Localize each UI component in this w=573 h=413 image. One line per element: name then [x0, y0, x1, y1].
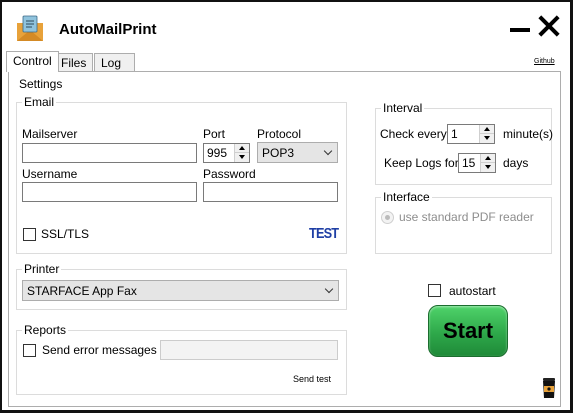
keep-logs-stepper[interactable]: 15: [458, 153, 496, 173]
settings-label: Settings: [19, 77, 63, 91]
port-up-arrow-icon[interactable]: [235, 144, 249, 153]
ssl-checkbox[interactable]: [23, 228, 36, 241]
username-label: Username: [22, 167, 78, 181]
username-input[interactable]: [22, 182, 197, 202]
port-stepper[interactable]: 995: [203, 143, 250, 163]
minimize-button[interactable]: [510, 28, 530, 32]
pdf-reader-label: use standard PDF reader: [399, 210, 534, 224]
printer-value: STARFACE App Fax: [27, 284, 137, 298]
error-email-input[interactable]: [160, 340, 338, 360]
port-label: Port: [203, 127, 226, 141]
send-errors-checkbox[interactable]: [23, 344, 36, 357]
coffee-cup-icon[interactable]: [542, 378, 556, 398]
keep-logs-down-arrow-icon[interactable]: [481, 163, 495, 172]
autostart-label: autostart: [449, 284, 496, 298]
keep-logs-label: Keep Logs for: [384, 156, 459, 170]
email-legend: Email: [24, 95, 55, 109]
check-every-up-arrow-icon[interactable]: [480, 125, 494, 134]
github-link[interactable]: Github: [534, 58, 555, 65]
keep-logs-value: 15: [462, 156, 476, 170]
chevron-down-icon: [324, 284, 334, 294]
protocol-value: POP3: [262, 146, 295, 160]
send-test-button[interactable]: Send test: [293, 374, 331, 384]
check-every-stepper[interactable]: 1: [447, 124, 495, 144]
app-title: AutoMailPrint: [59, 21, 157, 38]
port-value: 995: [207, 146, 228, 160]
pdf-reader-radio[interactable]: [381, 211, 394, 224]
keep-logs-up-arrow-icon[interactable]: [481, 154, 495, 163]
protocol-select[interactable]: POP3: [257, 142, 338, 163]
printer-legend: Printer: [24, 262, 60, 276]
check-every-label: Check every: [380, 127, 447, 141]
ssl-label: SSL/TLS: [41, 227, 90, 241]
protocol-label: Protocol: [257, 127, 302, 141]
send-errors-label: Send error messages to: [42, 343, 171, 357]
test-button[interactable]: TEST: [309, 225, 339, 242]
control-panel: Settings Email Mailserver Port 995 Proto…: [8, 71, 561, 407]
tab-files[interactable]: Files: [54, 53, 94, 72]
interval-legend: Interval: [383, 101, 423, 115]
password-label: Password: [203, 167, 256, 181]
autostart-checkbox[interactable]: [428, 284, 441, 297]
mailserver-label: Mailserver: [22, 127, 78, 141]
mailserver-input[interactable]: [22, 143, 197, 163]
start-button[interactable]: Start: [428, 305, 508, 357]
port-down-arrow-icon[interactable]: [235, 153, 249, 162]
interface-legend: Interface: [383, 190, 430, 204]
chevron-down-icon: [323, 146, 333, 156]
mail-envelope-icon: [17, 15, 43, 41]
check-every-value: 1: [451, 127, 458, 141]
check-every-down-arrow-icon[interactable]: [480, 134, 494, 143]
password-input[interactable]: [203, 182, 338, 202]
reports-legend: Reports: [24, 323, 67, 337]
tab-log[interactable]: Log: [94, 53, 135, 72]
main-window: AutoMailPrint Control Files Log Github S…: [2, 2, 570, 410]
printer-select[interactable]: STARFACE App Fax: [22, 280, 339, 301]
days-label: days: [503, 156, 529, 170]
minutes-label: minute(s): [503, 127, 554, 141]
close-button[interactable]: [538, 15, 560, 37]
tab-control[interactable]: Control: [6, 51, 59, 72]
